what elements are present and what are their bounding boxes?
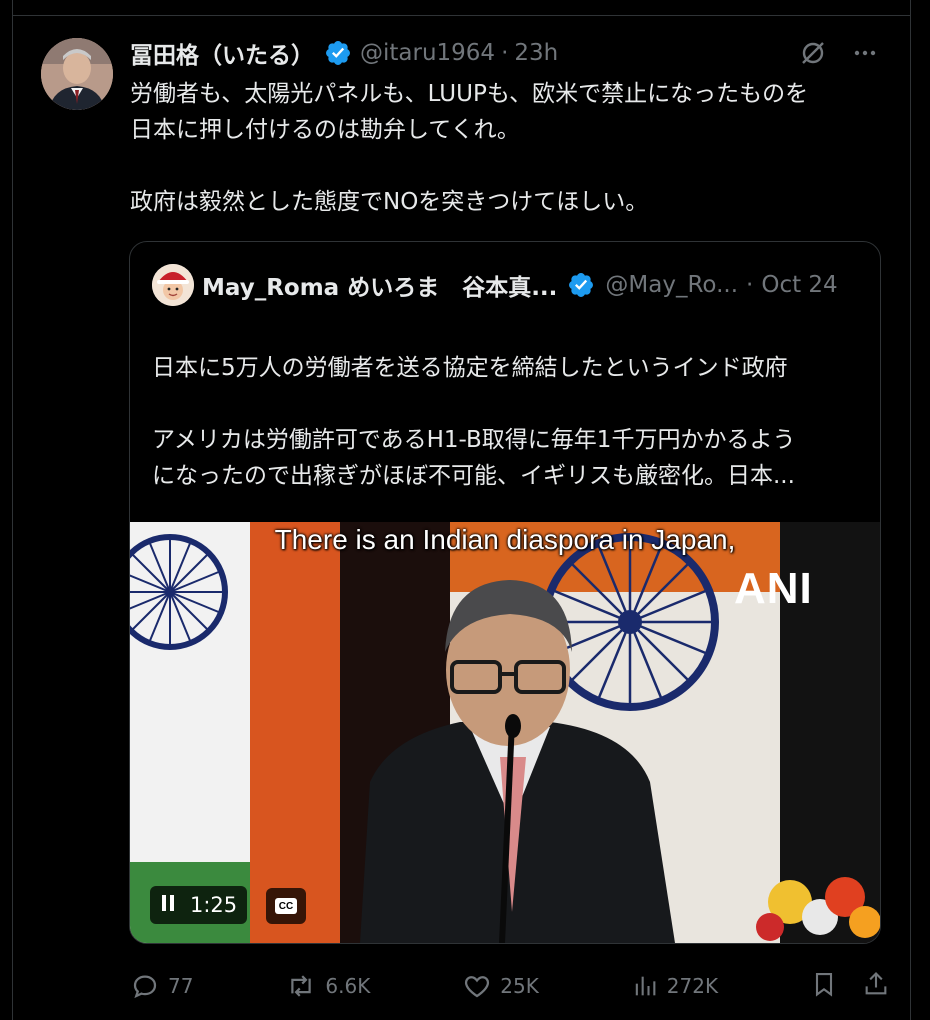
pause-icon[interactable]	[160, 893, 176, 917]
bookmark-icon[interactable]	[810, 969, 838, 1003]
reply-icon	[130, 971, 160, 1001]
repost-count: 6.6K	[325, 974, 371, 998]
quoted-author-handle[interactable]: @May_Ro...	[605, 272, 738, 298]
author-avatar[interactable]	[41, 38, 113, 110]
tweet-time[interactable]: 23h	[514, 40, 558, 66]
more-icon[interactable]	[850, 38, 880, 68]
video-time-control[interactable]: 1:25	[150, 886, 248, 924]
verified-badge-icon	[567, 271, 595, 299]
verified-badge-icon	[324, 39, 352, 67]
tweet-top-actions	[798, 38, 880, 68]
author-name[interactable]: 冨田格（いたる）	[130, 36, 314, 70]
repost-button[interactable]: 6.6K	[285, 971, 370, 1001]
frame-border-right	[910, 0, 911, 1020]
tweet-header: 冨田格（いたる） @itaru1964 · 23h	[130, 36, 558, 70]
like-count: 25K	[500, 974, 539, 998]
views-icon	[631, 971, 659, 1001]
frame-border-left	[12, 0, 13, 1020]
tweet-text: 労働者も、太陽光パネルも、LUUPも、欧米で禁止になったものを 日本に押し付ける…	[130, 81, 809, 215]
captions-button[interactable]: CC	[266, 888, 306, 924]
quoted-tweet-header: May_Roma めいろま 谷本真... @May_Ro... · Oct 24	[202, 266, 838, 304]
meta-separator: ·	[501, 40, 509, 66]
share-icon[interactable]	[862, 969, 890, 1003]
meta-separator: ·	[746, 272, 754, 298]
author-handle[interactable]: @itaru1964	[360, 40, 495, 66]
like-button[interactable]: 25K	[462, 971, 539, 1001]
repost-icon	[285, 971, 317, 1001]
quoted-tweet-card[interactable]: May_Roma めいろま 谷本真... @May_Ro... · Oct 24…	[129, 241, 881, 944]
video-player[interactable]: There is an Indian diaspora in Japan, AN…	[130, 522, 880, 943]
heart-icon	[462, 971, 492, 1001]
views-count: 272K	[666, 974, 719, 998]
video-time: 1:25	[190, 893, 238, 917]
reply-button[interactable]: 77	[130, 971, 193, 1001]
grok-icon[interactable]	[798, 38, 828, 68]
frame-border-top	[12, 15, 911, 16]
tweet-secondary-actions	[810, 969, 890, 1003]
tweet-action-bar: 77 6.6K 25K 272K	[130, 966, 890, 1006]
quoted-author-name[interactable]: May_Roma めいろま 谷本真...	[202, 268, 557, 302]
quoted-tweet-time[interactable]: Oct 24	[761, 272, 837, 298]
video-watermark: ANI	[734, 564, 813, 613]
quoted-author-avatar[interactable]	[152, 264, 194, 306]
captions-icon: CC	[275, 898, 297, 914]
views-button[interactable]: 272K	[631, 971, 718, 1001]
quoted-tweet-text: 日本に5万人の労働者を送る協定を締結したというインド政府 アメリカは労働許可であ…	[152, 355, 796, 489]
reply-count: 77	[168, 974, 194, 998]
video-caption: There is an Indian diaspora in Japan,	[274, 524, 736, 555]
